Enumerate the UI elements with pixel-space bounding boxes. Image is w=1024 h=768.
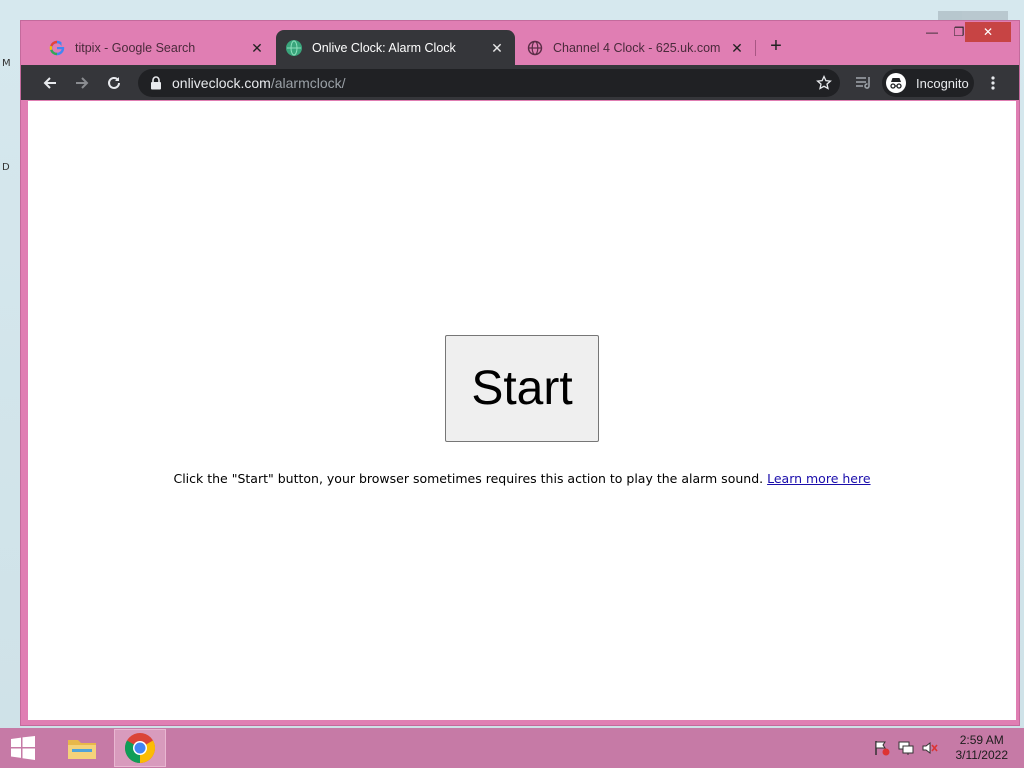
close-window-button[interactable]: ✕ — [965, 22, 1011, 42]
clock-date: 3/11/2022 — [955, 748, 1009, 762]
taskbar-chrome[interactable] — [114, 729, 166, 767]
address-bar[interactable]: onliveclock.com/alarmclock/ — [138, 69, 840, 97]
speaker-muted-icon[interactable] — [921, 740, 939, 756]
kebab-menu-icon[interactable] — [989, 75, 997, 91]
tab-google-search[interactable]: titpix - Google Search ✕ — [39, 30, 275, 65]
taskbar: 2:59 AM 3/11/2022 — [0, 728, 1024, 768]
tab-channel4-clock[interactable]: Channel 4 Clock - 625.uk.com ✕ — [517, 30, 755, 65]
incognito-icon — [886, 73, 906, 93]
learn-more-link[interactable]: Learn more here — [767, 471, 870, 486]
taskbar-file-explorer[interactable] — [56, 729, 108, 767]
tab-separator — [755, 40, 756, 56]
windows-logo-icon — [11, 736, 35, 760]
onliveclock-globe-icon — [286, 39, 302, 56]
chrome-icon — [124, 733, 156, 763]
reload-button[interactable] — [102, 71, 126, 95]
incognito-label: Incognito — [916, 75, 969, 91]
reload-icon — [108, 76, 120, 89]
desktop-icon-label-fragment: M — [2, 58, 11, 69]
google-g-icon — [49, 40, 65, 56]
url-host: onliveclock.com — [172, 75, 271, 91]
clock-time: 2:59 AM — [959, 733, 1004, 747]
folder-icon — [68, 740, 96, 759]
close-icon[interactable]: ✕ — [249, 40, 265, 56]
minimize-button[interactable]: — — [921, 22, 943, 42]
windows-start-button[interactable] — [6, 733, 40, 763]
bookmark-star-icon[interactable] — [816, 75, 832, 91]
desktop-icon-label-fragment: D — [2, 162, 10, 173]
instruction-text: Click the "Start" button, your browser s… — [28, 471, 1016, 486]
tab-label: Onlive Clock: Alarm Clock — [312, 40, 456, 55]
network-icon[interactable] — [897, 740, 915, 756]
tab-label: titpix - Google Search — [75, 40, 196, 55]
browser-window: titpix - Google Search ✕ Onlive Clock: A… — [20, 20, 1020, 726]
globe-icon — [527, 40, 543, 56]
lock-icon — [151, 76, 161, 90]
close-icon[interactable]: ✕ — [489, 40, 505, 56]
browser-toolbar: onliveclock.com/alarmclock/ Incognito — [21, 65, 1019, 100]
new-tab-button[interactable]: + — [765, 36, 787, 58]
start-button[interactable]: Start — [445, 335, 599, 442]
reading-list-icon[interactable] — [855, 75, 873, 91]
url-path: /alarmclock/ — [270, 75, 346, 91]
action-center-flag-icon[interactable] — [873, 740, 891, 756]
tab-strip: titpix - Google Search ✕ Onlive Clock: A… — [21, 21, 1019, 65]
tab-label: Channel 4 Clock - 625.uk.com — [553, 40, 721, 55]
forward-button[interactable] — [70, 71, 94, 95]
arrow-right-icon — [76, 77, 89, 89]
back-button[interactable] — [38, 71, 62, 95]
hint-text: Click the "Start" button, your browser s… — [173, 471, 764, 486]
close-icon[interactable]: ✕ — [729, 40, 745, 56]
incognito-badge[interactable]: Incognito — [882, 69, 974, 97]
page-content: Start Click the "Start" button, your bro… — [28, 101, 1016, 720]
arrow-left-icon — [43, 77, 56, 89]
system-clock[interactable]: 2:59 AM 3/11/2022 — [956, 733, 1009, 763]
tab-onlive-clock[interactable]: Onlive Clock: Alarm Clock ✕ — [276, 30, 515, 65]
